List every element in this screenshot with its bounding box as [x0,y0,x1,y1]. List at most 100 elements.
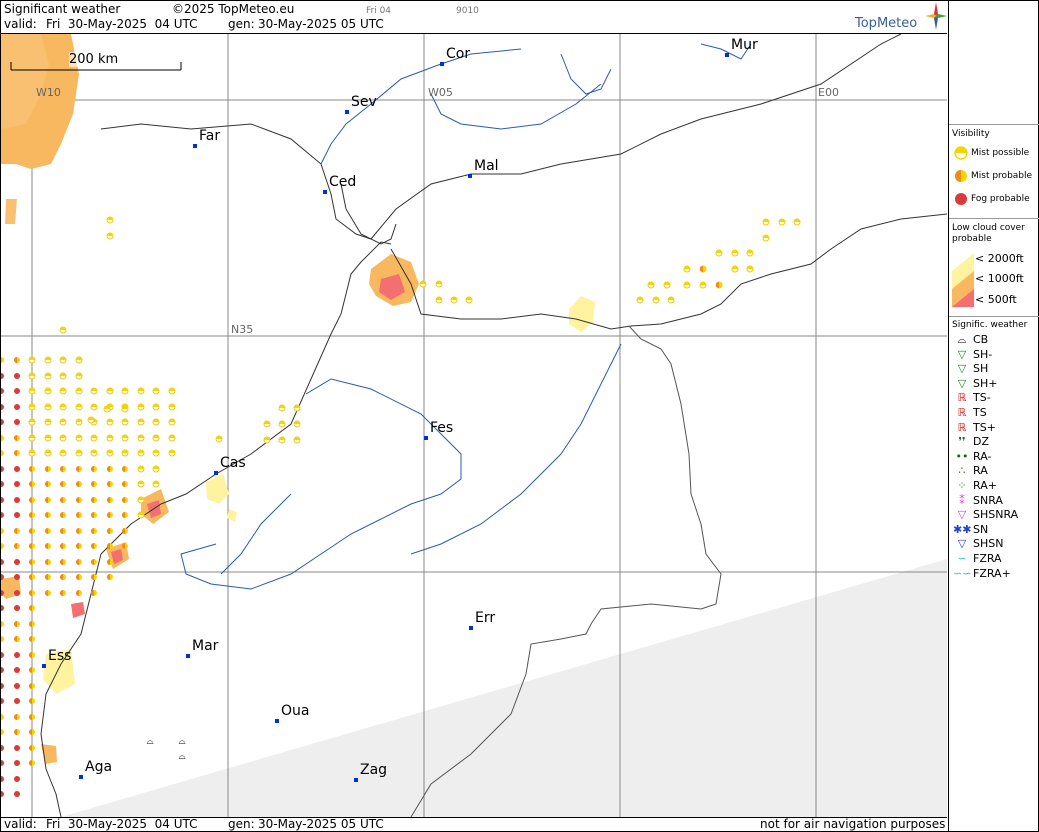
mist-probable-symbol [29,714,35,720]
mist-possible-symbol [263,436,271,444]
mist-possible-symbol [59,403,67,411]
gen-time: 30-May-2025 05 UTC [258,17,384,31]
mist-probable-symbol [14,435,20,441]
mist-possible-symbol [87,416,95,424]
mist-possible-symbol [90,387,98,395]
fog-symbol [14,667,20,673]
city-marker-ess [42,664,46,668]
sig-ra-icon: ∴ [958,464,966,478]
city-label-ced: Ced [329,174,357,190]
city-marker-far [193,144,197,148]
footer-valid-time: Fri 30-May-2025 04 UTC [46,817,198,831]
cb-symbols: ⌓ ⌓ ⌓ [146,737,185,762]
mist-probable-symbol [76,574,82,580]
mist-probable-icon [955,170,967,182]
mist-possible-symbol [293,436,301,444]
mist-possible-symbol [667,296,675,304]
fog-symbol [14,791,20,797]
fog-symbol [14,559,20,565]
mist-possible-symbol [168,449,176,457]
legend-sig-fzra: ∽ FZRA [953,552,1001,566]
fog-symbol [14,574,20,580]
mist-probable-symbol [45,481,51,487]
mist-probable-symbol [91,481,97,487]
mist-possible-symbol [778,218,786,226]
mist-possible-symbol [44,403,52,411]
mist-possible-symbol [59,449,67,457]
mist-probable-symbol [91,590,97,596]
mist-probable-symbol [1,450,4,456]
mist-probable-symbol [1,357,4,363]
fog-symbol [14,776,20,782]
mist-possible-symbol [75,372,83,380]
mist-possible-symbol [683,281,691,289]
mist-probable-symbol [76,559,82,565]
fog-symbol [1,388,4,394]
legend-visibility: Visibility Mist possible Mist probable F… [949,124,1039,217]
mist-possible-symbol [762,218,770,226]
fog-symbol [1,605,4,611]
mist-possible-symbol [28,387,36,395]
legend-sig-ra: ∴ RA [953,464,988,478]
mist-probable-symbol [1,621,4,627]
mist-possible-symbol [465,296,473,304]
city-marker-sev [345,110,349,114]
fog-symbol [14,404,20,410]
mist-possible-symbol [215,435,223,443]
mist-possible-symbol [59,326,67,334]
fog-symbol [14,481,20,487]
legend-mist-possible: Mist possible [953,146,1029,160]
map-canvas: ⌓ ⌓ ⌓ [1,34,947,817]
mist-probable-symbol [60,574,66,580]
mist-probable-symbol [14,528,20,534]
city-marker-mur [725,53,729,57]
mist-probable-symbol [60,512,66,518]
legend-cloud-2000: < 2000ft [975,252,1024,265]
valid-label: valid: [4,17,37,31]
city-label-far: Far [199,128,221,144]
mist-possible-symbol [28,434,36,442]
city-marker-zag [354,778,358,782]
fog-symbol [1,419,4,425]
mist-probable-symbol [107,481,113,487]
legend-fog-probable: Fog probable [953,192,1030,206]
sig-sh--icon: ▽ [957,376,967,390]
legend-mist-probable-label: Mist probable [971,171,1033,181]
legend-mist-probable: Mist probable [953,169,1032,183]
legend-sig-ts: ℝ TS [953,406,987,420]
mist-probable-symbol [122,512,128,518]
mist-probable-symbol [29,621,35,627]
sig-label: SHSNRA [973,508,1019,522]
mist-probable-symbol [14,621,20,627]
mist-possible-symbol [103,405,111,413]
legend-cloud-500: < 500ft [975,293,1017,306]
city-marker-mal [468,174,472,178]
legend-sig-cb: ⌓ CB [953,333,989,347]
mist-possible-symbol [59,418,67,426]
city-marker-cas [214,471,218,475]
city-marker-ced [323,190,327,194]
mist-probable-symbol [107,497,113,503]
fog-symbol [14,683,20,689]
low-cloud-areas [1,34,595,764]
mist-possible-symbol [152,480,160,488]
weather-map: ⌓ ⌓ ⌓ 200 km W10 W05 E00 N35 Cor Mur Sev Far M… [1,33,947,818]
fog-symbol [14,698,20,704]
mist-probable-symbol [91,512,97,518]
mist-possible-symbol [106,418,114,426]
mist-probable-symbol [29,636,35,642]
mist-possible-symbol [90,449,98,457]
mist-probable-symbol [76,543,82,549]
mist-possible-symbol [746,249,754,257]
legend-low-cloud-title-2: probable [952,234,992,244]
mist-possible-symbol [168,387,176,395]
mist-possible-symbol [90,434,98,442]
mist-probable-symbol [76,466,82,472]
mist-probable-symbol [107,512,113,518]
mist-possible-symbol [762,234,770,242]
grid-label-w10: W10 [36,86,61,99]
mist-possible-symbol [75,434,83,442]
mist-possible-symbol [106,449,114,457]
sig-ra--icon: ⁘ [957,479,967,492]
sig-label: SH+ [973,376,998,390]
